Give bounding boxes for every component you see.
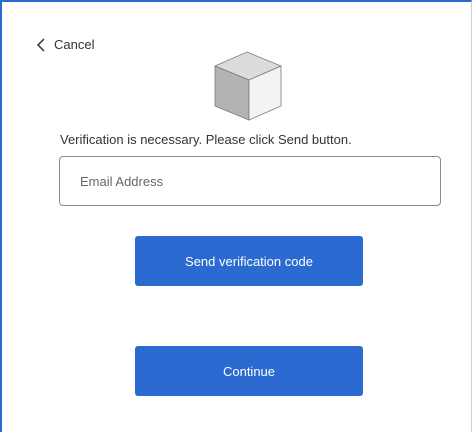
cube-icon [213, 51, 283, 121]
cancel-label: Cancel [54, 37, 95, 52]
verification-dialog: Cancel Verification is necessary. Please… [0, 0, 472, 432]
chevron-left-icon [36, 37, 45, 52]
instruction-text: Verification is necessary. Please click … [60, 132, 352, 147]
send-verification-code-button[interactable]: Send verification code [135, 236, 363, 286]
cancel-button[interactable]: Cancel [36, 37, 94, 52]
continue-button[interactable]: Continue [135, 346, 363, 396]
email-field[interactable] [59, 156, 441, 206]
